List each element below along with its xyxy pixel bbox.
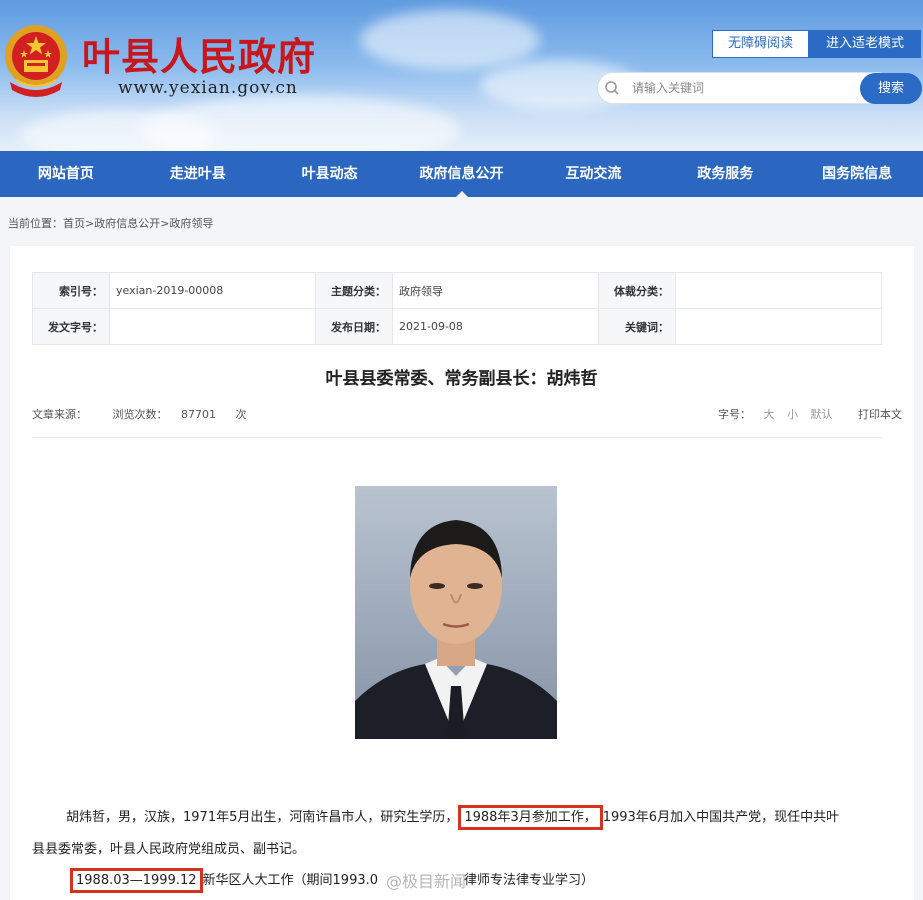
genre-value bbox=[675, 272, 882, 309]
site-title: 叶县人民政府 bbox=[82, 34, 317, 79]
search-input[interactable] bbox=[632, 78, 852, 98]
bio-paragraph-2: 1988.03—1999.12 新华区人大工作（期间1993.0 律师专法律专业学习… bbox=[70, 868, 595, 893]
nav-item-about[interactable]: 走进叶县 bbox=[132, 151, 264, 197]
nav-item-news[interactable]: 叶县动态 bbox=[264, 151, 396, 197]
bio-text-3: 县县委常委，叶县人民政府党组成员、副书记。 bbox=[32, 842, 306, 857]
bio-paragraph-1: 胡炜哲，男，汉族，1971年5月出生，河南许昌市人，研究生学历， 1988年3月参… bbox=[32, 805, 840, 830]
date-value: 2021-09-08 bbox=[392, 308, 599, 345]
metadata-table: 索引号： yexian-2019-00008 主题分类： 政府领导 体裁分类： … bbox=[32, 272, 882, 345]
main-nav: 网站首页 走进叶县 叶县动态 政府信息公开 互动交流 政务服务 国务院信息 bbox=[0, 151, 923, 197]
doc-no-label: 发文字号： bbox=[32, 308, 110, 345]
font-large-button[interactable]: 大 bbox=[764, 408, 775, 421]
article-title: 叶县县委常委、常务副县长：胡炜哲 bbox=[325, 369, 598, 389]
breadcrumb: 当前位置：首页>政府信息公开>政府领导 bbox=[8, 215, 213, 231]
news-watermark: @极目新闻 bbox=[386, 872, 467, 891]
site-url: www.yexian.gov.cn bbox=[118, 78, 298, 98]
bio-text-5: 律师专法律专业学习） bbox=[464, 873, 595, 888]
views-unit: 次 bbox=[235, 408, 247, 421]
bio-text-2: 1993年6月加入中国共产党，现任中共叶 bbox=[602, 810, 840, 825]
search-button[interactable]: 搜索 bbox=[860, 73, 922, 104]
source-label: 文章来源： bbox=[32, 408, 87, 421]
nav-item-home[interactable]: 网站首页 bbox=[0, 151, 132, 197]
article-info: 文章来源： 浏览次数： 87701 次 bbox=[32, 406, 269, 422]
portrait-photo bbox=[355, 486, 557, 739]
views-label: 浏览次数： bbox=[112, 408, 168, 421]
doc-no-value bbox=[109, 308, 316, 345]
keywords-value bbox=[675, 308, 882, 345]
breadcrumb-path[interactable]: 首页>政府信息公开>政府领导 bbox=[63, 217, 213, 230]
search-icon bbox=[605, 81, 619, 95]
bio-paragraph-1-cont: 县县委常委，叶县人民政府党组成员、副书记。 bbox=[32, 840, 305, 860]
breadcrumb-label: 当前位置： bbox=[8, 217, 63, 230]
genre-label: 体裁分类： bbox=[598, 272, 676, 309]
highlight-work-start: 1988年3月参加工作， bbox=[458, 805, 603, 830]
national-emblem-icon bbox=[5, 25, 67, 97]
divider bbox=[32, 437, 882, 438]
index-label: 索引号： bbox=[32, 272, 110, 309]
topic-value: 政府领导 bbox=[392, 272, 599, 309]
bio-text-1: 胡炜哲，男，汉族，1971年5月出生，河南许昌市人，研究生学历， bbox=[66, 810, 459, 825]
font-size-label: 字号： bbox=[718, 408, 751, 421]
highlight-period: 1988.03—1999.12 bbox=[70, 868, 203, 893]
nav-item-interaction[interactable]: 互动交流 bbox=[527, 151, 659, 197]
nav-item-services[interactable]: 政务服务 bbox=[659, 151, 791, 197]
print-button[interactable]: 打印本文 bbox=[858, 408, 902, 421]
topic-label: 主题分类： bbox=[315, 272, 393, 309]
date-label: 发布日期： bbox=[315, 308, 393, 345]
bio-text-4: 新华区人大工作（期间1993.0 bbox=[202, 873, 379, 888]
keywords-label: 关键词： bbox=[598, 308, 676, 345]
font-controls: 字号： 大 小 默认 打印本文 bbox=[709, 406, 902, 422]
views-count: 87701 bbox=[181, 408, 216, 421]
accessibility-reading-button[interactable]: 无障碍阅读 bbox=[712, 30, 809, 58]
font-small-button[interactable]: 小 bbox=[787, 408, 798, 421]
index-value: yexian-2019-00008 bbox=[109, 272, 316, 309]
nav-item-gov-info[interactable]: 政府信息公开 bbox=[396, 151, 528, 197]
elder-mode-button[interactable]: 进入适老模式 bbox=[809, 30, 921, 58]
font-default-button[interactable]: 默认 bbox=[811, 408, 833, 421]
nav-item-state-council[interactable]: 国务院信息 bbox=[791, 151, 923, 197]
